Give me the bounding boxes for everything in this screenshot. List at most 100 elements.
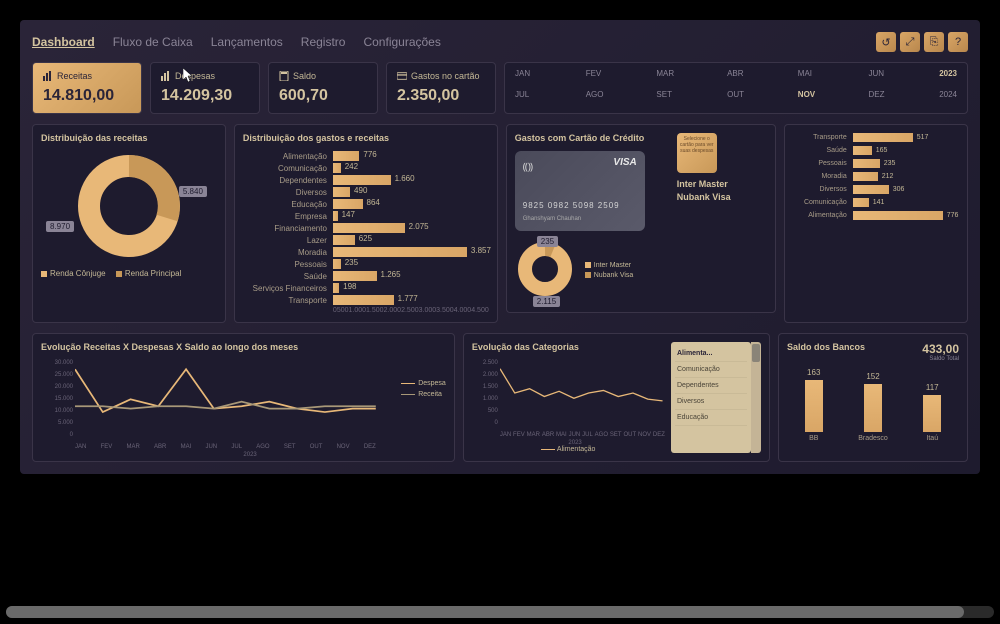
bar-value: 235 (341, 258, 358, 267)
bar-value: 1.777 (394, 294, 418, 303)
bar-row: Moradia 3.857 (243, 247, 489, 257)
hbar-value: 235 (880, 160, 896, 167)
legend-nubank: Nubank Visa (594, 272, 634, 279)
bank-balance-panel: Saldo dos Bancos 433,00 Saldo Total 163 … (778, 333, 968, 462)
bar-row: Comunicação 242 (243, 163, 489, 173)
month-dez[interactable]: DEZ (869, 90, 920, 107)
stat-value: 600,70 (279, 87, 367, 105)
bank-bar-col: 163 BB (805, 368, 823, 442)
credit-donut-value-1: 235 (537, 236, 558, 247)
month-abr[interactable]: ABR (727, 69, 778, 86)
panel-title: Evolução Receitas X Despesas X Saldo ao … (41, 342, 446, 352)
stat-label-text: Receitas (57, 71, 92, 81)
donut-value-2: 8.970 (46, 221, 74, 232)
bank-bar-value: 152 (866, 372, 879, 381)
bar-row: Serviços Financeiros 198 (243, 283, 489, 293)
select-card-button[interactable]: Selecione o cartão para ver suas despesa… (677, 133, 717, 173)
year-2024[interactable]: 2024 (939, 90, 957, 107)
cat-educacao[interactable]: Educação (675, 410, 747, 426)
bar-row: Dependentes 1.660 (243, 175, 489, 185)
bar-row: Transporte 1.777 (243, 295, 489, 305)
main-nav: Dashboard Fluxo de Caixa Lançamentos Reg… (32, 35, 441, 49)
bank-bar-label: Itaú (926, 435, 938, 442)
month-jul[interactable]: JUL (515, 90, 566, 107)
bar-value: 1.660 (391, 174, 415, 183)
dashboard-app: Dashboard Fluxo de Caixa Lançamentos Reg… (20, 20, 980, 474)
category-scrollbar[interactable] (751, 342, 761, 453)
nav-fluxo[interactable]: Fluxo de Caixa (113, 35, 193, 49)
horizontal-scrollbar[interactable] (6, 606, 994, 618)
hbar-label: Moradia (793, 173, 853, 180)
bar-row: Diversos 490 (243, 187, 489, 197)
scroll-thumb[interactable] (752, 344, 760, 362)
month-ago[interactable]: AGO (586, 90, 637, 107)
stat-saldo: Saldo 600,70 (268, 62, 378, 114)
legend-alimentacao: Alimentação (557, 446, 596, 453)
bar-value: 625 (355, 234, 372, 243)
card-option-inter[interactable]: Inter Master (677, 179, 767, 189)
month-mai[interactable]: MAI (798, 69, 849, 86)
donut-value-1: 5.840 (179, 186, 207, 197)
month-nov[interactable]: NOV (798, 90, 849, 107)
donut-legend: Renda Cônjuge Renda Principal (41, 269, 217, 279)
bar-value: 198 (339, 282, 356, 291)
hbar-row: Saúde 165 (793, 146, 959, 155)
bar-row: Empresa 147 (243, 211, 489, 221)
help-button[interactable]: ? (948, 32, 968, 52)
bank-bar-value: 117 (926, 383, 939, 392)
bar-label: Diversos (243, 188, 333, 197)
month-jan[interactable]: JAN (515, 69, 566, 86)
panel-title: Evolução das Categorias (472, 342, 665, 352)
bar-chart-panel: Distribuição dos gastos e receitas Alime… (234, 124, 498, 323)
cat-comunicacao[interactable]: Comunicação (675, 362, 747, 378)
nav-config[interactable]: Configurações (363, 35, 440, 49)
nav-lancamentos[interactable]: Lançamentos (211, 35, 283, 49)
card-selector: Selecione o cartão para ver suas despesa… (677, 133, 767, 304)
cat-alimentacao[interactable]: Alimenta... (675, 346, 747, 362)
month-mar[interactable]: MAR (656, 69, 707, 86)
card-option-nubank[interactable]: Nubank Visa (677, 192, 767, 202)
bar-label: Lazer (243, 236, 333, 245)
nav-registro[interactable]: Registro (301, 35, 346, 49)
panel-title: Saldo dos Bancos (787, 342, 865, 352)
calculator-icon (279, 71, 289, 81)
month-picker: JAN FEV MAR ABR MAI JUN 2023 JUL AGO SET… (504, 62, 968, 114)
hbar-row: Transporte 517 (793, 133, 959, 142)
bars-icon (43, 71, 53, 81)
bar-row: Educação 864 (243, 199, 489, 209)
charts-row: Distribuição das receitas 5.840 8.970 Re… (32, 124, 968, 323)
legend-principal: Renda Principal (125, 269, 181, 278)
nav-dashboard[interactable]: Dashboard (32, 35, 95, 49)
bar-value: 1.265 (377, 270, 401, 279)
category-bars-panel: Transporte 517 Saúde 165 Pessoais 235 Morad… (784, 124, 968, 323)
fullscreen-button[interactable]: ⤢ (900, 32, 920, 52)
bar-label: Dependentes (243, 176, 333, 185)
month-out[interactable]: OUT (727, 90, 778, 107)
bar-value: 490 (350, 186, 367, 195)
hbar-label: Comunicação (793, 199, 853, 206)
bar-value: 776 (359, 150, 376, 159)
bar-row: Lazer 625 (243, 235, 489, 245)
bar-value: 147 (338, 210, 355, 219)
credit-donut-chart (515, 239, 575, 299)
month-jun[interactable]: JUN (869, 69, 920, 86)
category-evolution-panel: Evolução das Categorias 2.5002.0001.5001… (463, 333, 770, 462)
line-chart-1: 30.00025.00020.00015.00010.0005.0000 JAN… (41, 360, 446, 450)
bank-bar-value: 163 (807, 368, 820, 377)
cat-diversos[interactable]: Diversos (675, 394, 747, 410)
cat-dependentes[interactable]: Dependentes (675, 378, 747, 394)
hbar-row: Pessoais 235 (793, 159, 959, 168)
bank-bar-col: 152 Bradesco (858, 372, 888, 442)
export-button[interactable]: ⎘ (924, 32, 944, 52)
scroll-thumb[interactable] (6, 606, 964, 618)
line-2-year: 2023 (568, 440, 581, 446)
legend-receita: Receita (418, 391, 442, 398)
bar-label: Transporte (243, 296, 333, 305)
month-fev[interactable]: FEV (586, 69, 637, 86)
bar-row: Financiamento 2.075 (243, 223, 489, 233)
year-2023[interactable]: 2023 (939, 69, 957, 86)
category-list: Alimenta... Comunicação Dependentes Dive… (671, 342, 751, 453)
refresh-button[interactable]: ↺ (876, 32, 896, 52)
hbar-value: 141 (869, 199, 885, 206)
month-set[interactable]: SET (656, 90, 707, 107)
